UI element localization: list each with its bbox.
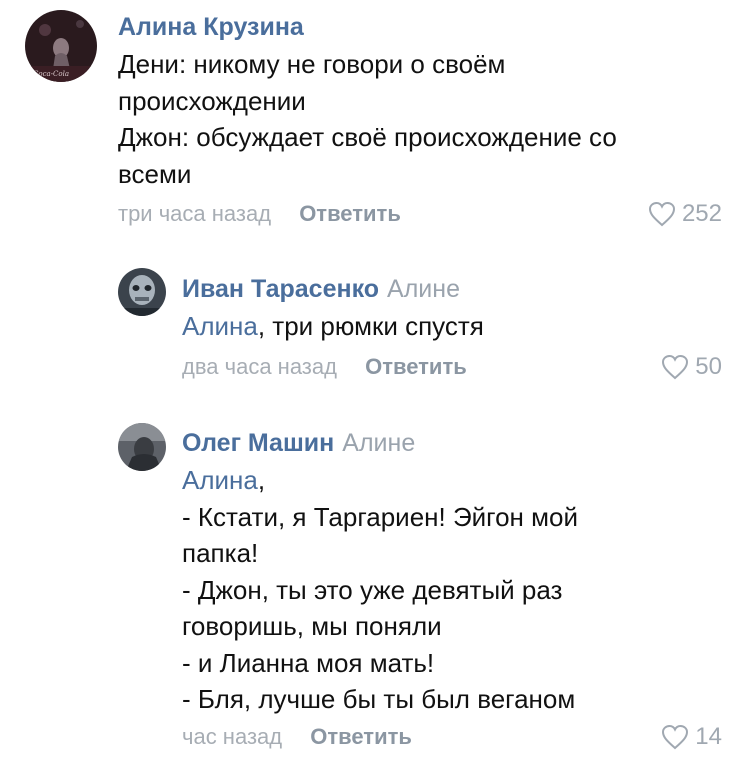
reply-button[interactable]: Ответить — [365, 354, 467, 379]
comment-line: - Джон, ты это уже девятый раз — [182, 574, 563, 605]
coca-cola-logo: Coca-Cola — [33, 70, 69, 78]
avatar-image: Coca-Cola — [25, 10, 97, 82]
avatar[interactable] — [118, 268, 166, 316]
comment-meta: три часа назад Ответить — [118, 200, 401, 228]
reply-to-label: Алине — [387, 275, 460, 303]
like-button[interactable]: 252 — [648, 200, 722, 228]
like-button[interactable]: 14 — [661, 723, 722, 751]
comment-meta: час назад Ответить — [182, 723, 412, 751]
comment-line: Дени: никому не говори о своём — [118, 49, 506, 79]
heart-outline-icon — [662, 354, 689, 380]
comment-line: - Бля, лучше бы ты был веганом — [182, 684, 576, 714]
author-name[interactable]: Олег Машин — [182, 429, 334, 457]
like-button[interactable]: 50 — [661, 353, 722, 381]
avatar[interactable] — [118, 423, 166, 471]
comment-text: Дени: никому не говори о своём происхожд… — [118, 46, 617, 192]
comment-author[interactable]: Алина Крузина — [118, 12, 304, 42]
like-count: 50 — [695, 353, 722, 380]
reply-to-label: Алине — [342, 429, 416, 457]
comment-line: говоришь, мы поняли — [182, 611, 442, 641]
reply-button[interactable]: Ответить — [310, 724, 412, 749]
author-name[interactable]: Иван Тарасенко — [182, 275, 379, 303]
heart-outline-icon — [662, 724, 689, 750]
comment-line: Алина, три рюмки спустя — [182, 308, 484, 345]
comment-line: Алина, — [182, 462, 578, 499]
comment-line: всеми — [118, 158, 192, 189]
comment-line: происхождении — [118, 85, 306, 116]
like-count: 252 — [681, 200, 722, 227]
comment-line: Джон: обсуждает своё происхождение со — [118, 122, 617, 152]
avatar[interactable]: Coca-Cola — [25, 10, 97, 82]
comment-text: Алина, - Кстати, я Таргариен! Эйгон мой … — [182, 462, 578, 718]
avatar-image — [118, 423, 166, 471]
comment-author[interactable]: Олег Машин Алине — [182, 428, 415, 458]
mention-link[interactable]: Алина — [182, 311, 258, 341]
comment-line: - Кстати, я Таргариен! Эйгон мой — [182, 501, 578, 532]
comment-line: папка! — [182, 538, 259, 568]
comment-time: три часа назад — [118, 201, 272, 226]
comment-line: - и Лианна моя мать! — [182, 647, 435, 678]
reply-button[interactable]: Ответить — [299, 201, 401, 226]
like-count: 14 — [695, 723, 722, 750]
mention-link[interactable]: Алина — [182, 465, 258, 495]
comment-line-text: , — [257, 465, 266, 495]
comment-author[interactable]: Иван Тарасенко Алине — [182, 274, 460, 304]
comment-time: два часа назад — [182, 354, 337, 379]
avatar-image — [118, 268, 166, 316]
comment-line-text: , три рюмки спустя — [257, 311, 484, 341]
comment-meta: два часа назад Ответить — [182, 353, 467, 381]
author-name[interactable]: Алина Крузина — [118, 13, 304, 41]
heart-outline-icon — [648, 201, 675, 227]
comment-text: Алина, три рюмки спустя — [182, 308, 484, 345]
comment-time: час назад — [182, 724, 283, 749]
